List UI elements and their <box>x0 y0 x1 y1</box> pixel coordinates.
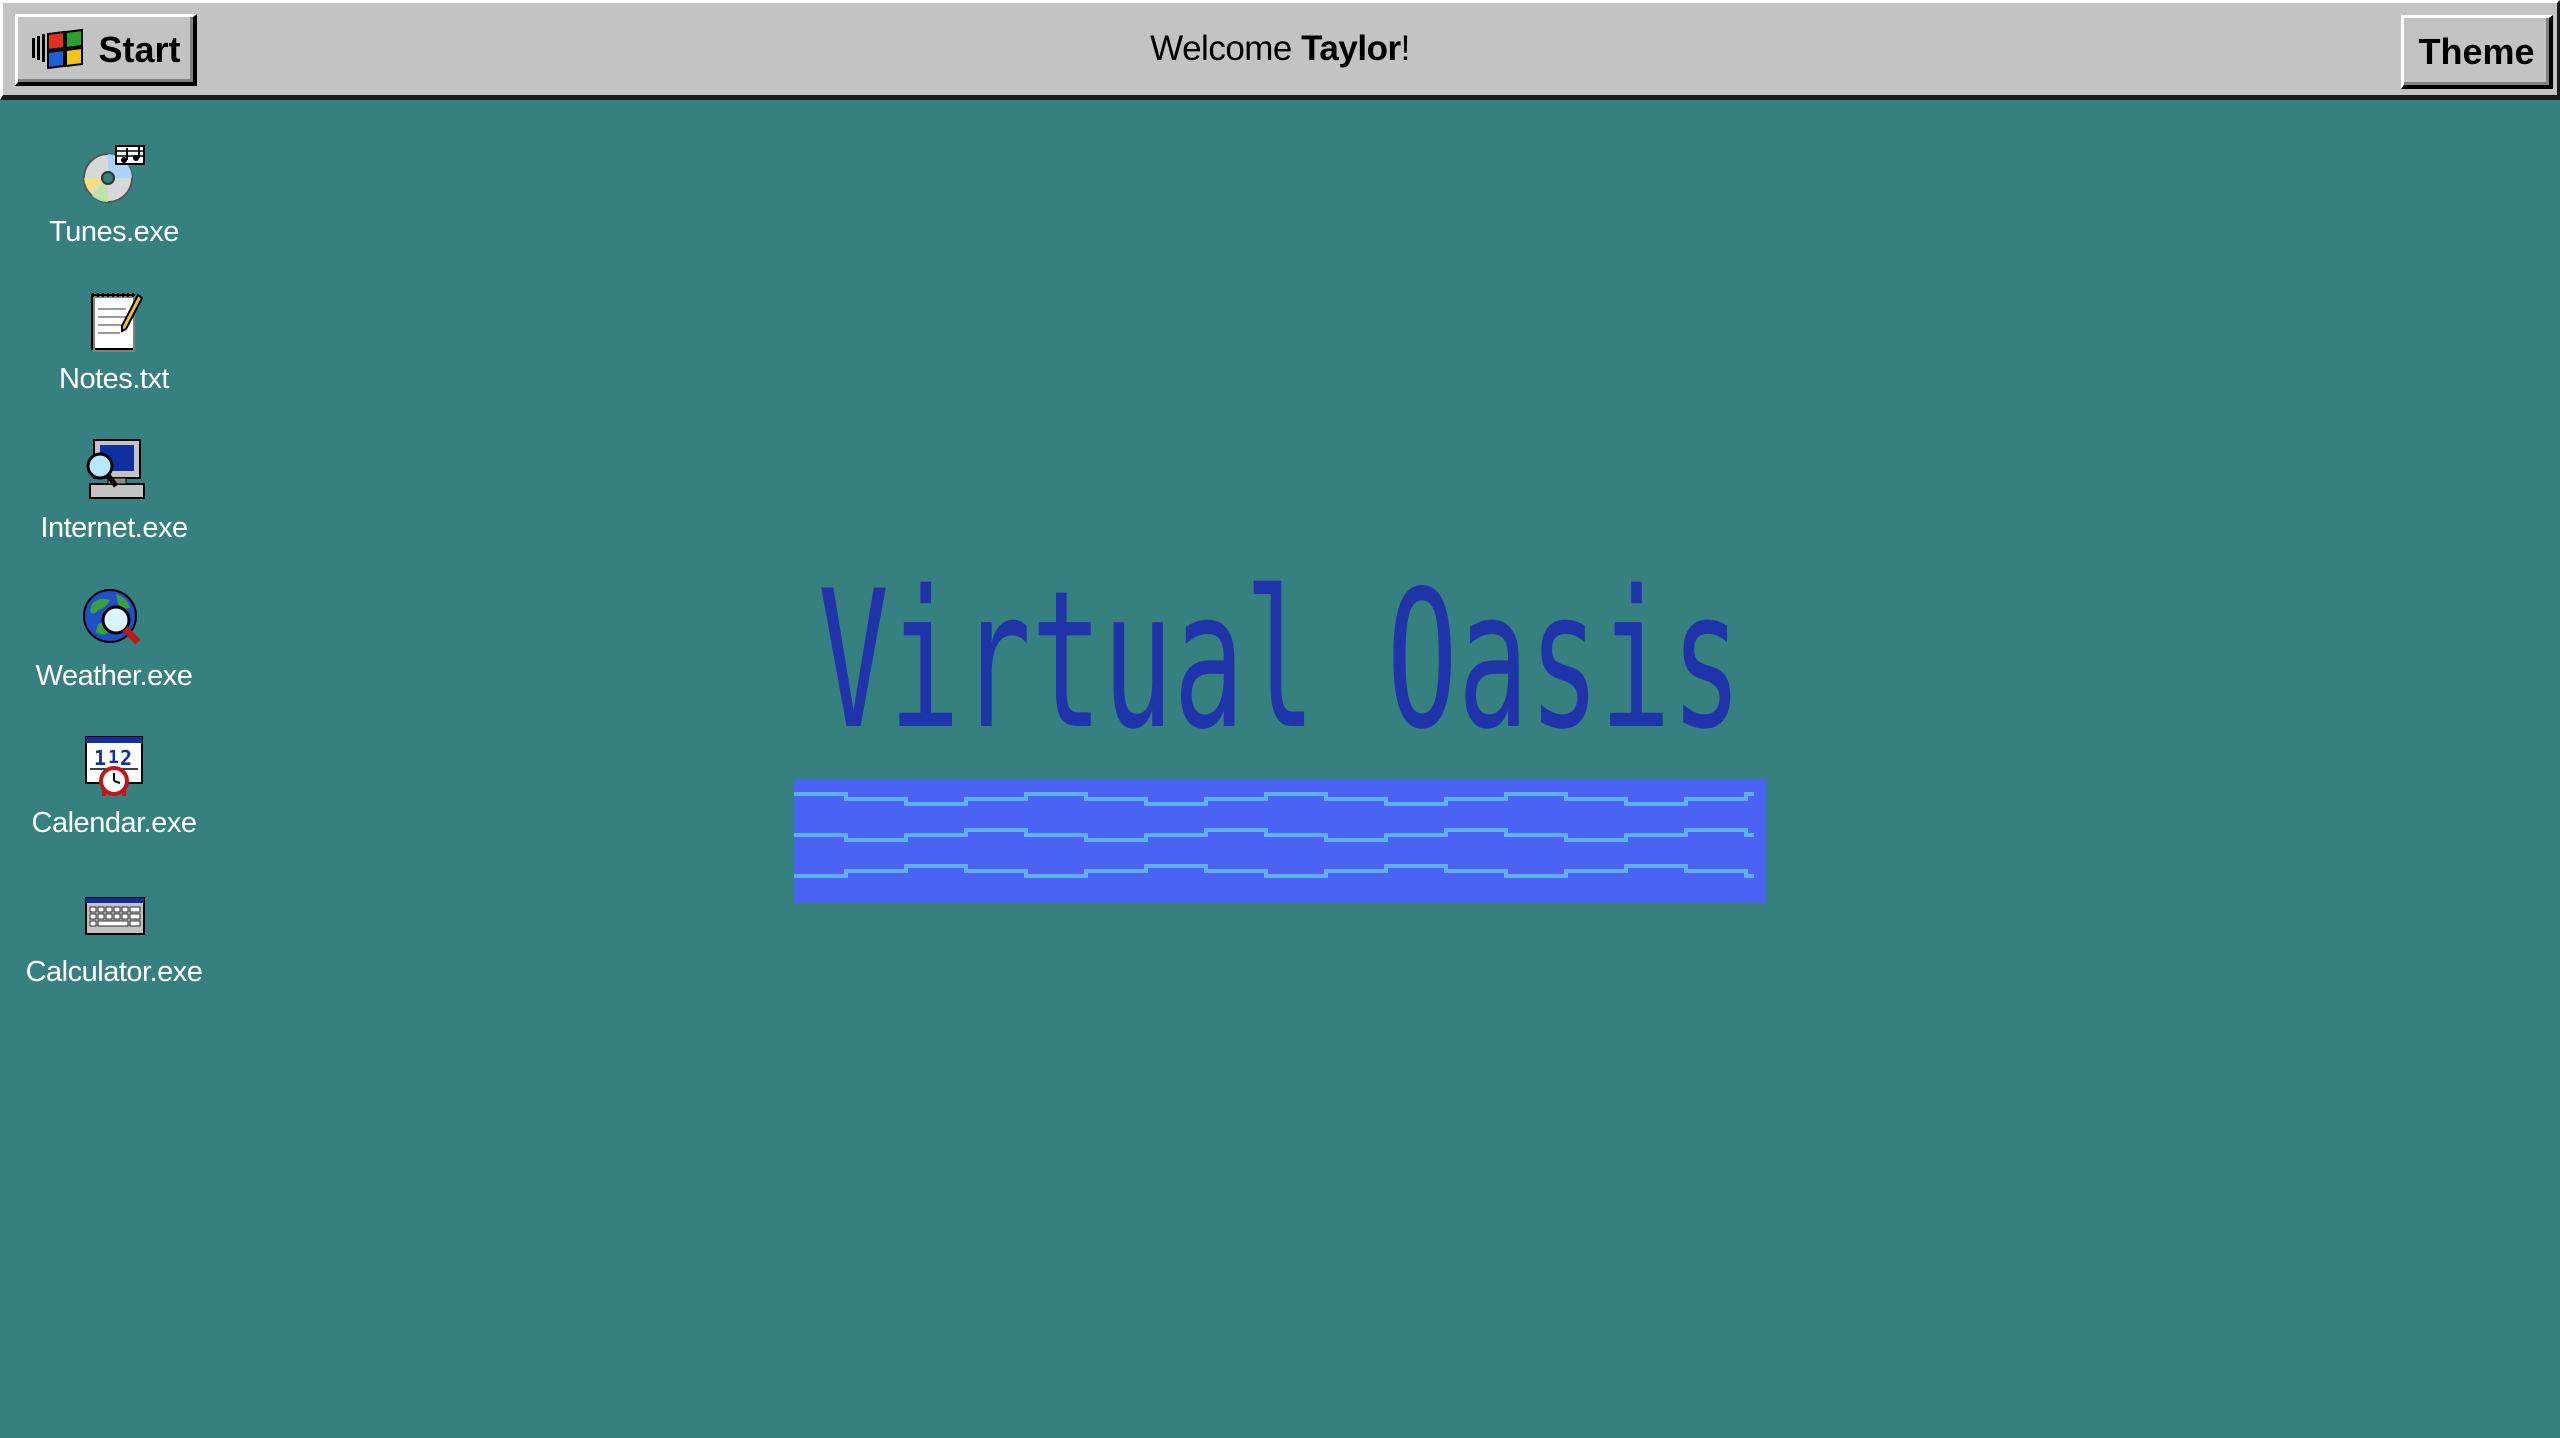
water-banner <box>794 779 1766 903</box>
desktop-icon-label: Internet.exe <box>40 512 188 544</box>
desktop-icon-calendar[interactable]: 1 1 2 Calendar.exe <box>0 733 228 840</box>
cd-music-icon <box>83 145 145 203</box>
desktop-icon-notes[interactable]: Notes.txt <box>0 289 228 396</box>
desktop-icon-label: Notes.txt <box>59 363 169 395</box>
welcome-suffix: ! <box>1400 29 1411 68</box>
welcome-prefix: Welcome <box>1150 29 1302 68</box>
wave-line <box>794 828 1754 842</box>
virtual-oasis-title: Virtual Oasis <box>818 560 1742 740</box>
desktop-icon-label: Tunes.exe <box>49 216 179 248</box>
desktop-icon-label: Weather.exe <box>35 660 193 692</box>
theme-button[interactable]: Theme <box>2401 15 2553 89</box>
globe-magnifier-icon <box>83 589 141 645</box>
desktop-icon-weather[interactable]: Weather.exe <box>0 586 228 693</box>
desktop-icon-label: Calculator.exe <box>25 956 203 988</box>
desktop-icon-internet[interactable]: Internet.exe <box>0 438 228 545</box>
desktop[interactable]: Start Welcome Taylor! Theme Tunes.exe No… <box>0 0 2560 1438</box>
desktop-icon-calculator[interactable]: Calculator.exe <box>0 882 228 989</box>
wave-line <box>794 864 1754 878</box>
notepad-icon <box>91 293 144 352</box>
wave-line <box>794 792 1754 806</box>
welcome-username: Taylor <box>1301 29 1401 68</box>
desktop-icon-tunes[interactable]: Tunes.exe <box>0 142 228 249</box>
svg-text:2: 2 <box>120 746 132 770</box>
computer-search-icon <box>86 439 145 499</box>
theme-label: Theme <box>2418 30 2535 72</box>
svg-text:1: 1 <box>94 746 106 770</box>
keyboard-icon <box>85 897 145 935</box>
taskbar: Start Welcome Taylor! Theme <box>0 0 2560 100</box>
desktop-icon-label: Calendar.exe <box>31 807 197 839</box>
calendar-clock-icon: 1 1 2 <box>85 736 143 796</box>
welcome-message: Welcome Taylor! <box>3 29 2557 69</box>
svg-text:1: 1 <box>108 747 119 768</box>
water-waves <box>794 792 1754 878</box>
virtual-oasis-title-text: Virtual Oasis <box>818 560 1742 740</box>
